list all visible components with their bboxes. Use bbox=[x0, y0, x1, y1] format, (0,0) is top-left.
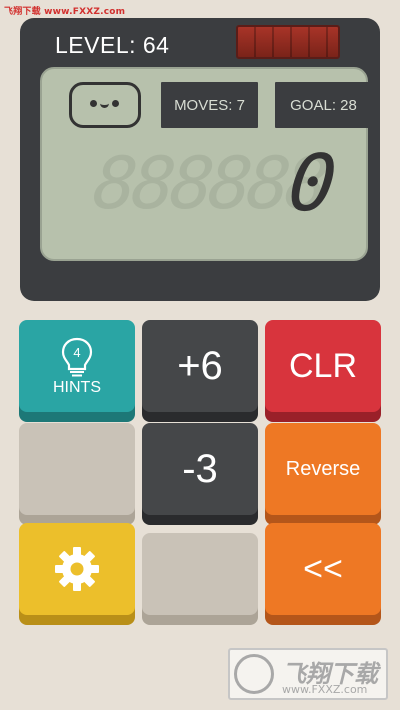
right-eye bbox=[112, 100, 119, 107]
watermark-logo-icon bbox=[234, 654, 274, 694]
backspace-label: << bbox=[303, 549, 343, 588]
lightbulb-icon: 4 bbox=[61, 337, 93, 376]
reverse-button[interactable]: Reverse bbox=[265, 423, 381, 515]
solar-panel-icon bbox=[236, 25, 340, 59]
watermark-top-text: 飞翔下载 www.FXXZ.com bbox=[4, 7, 126, 17]
smiley-face-icon bbox=[69, 82, 141, 128]
watermark-url: www.FXXZ.com bbox=[282, 683, 368, 696]
watermark-bottom: 飞翔下载 www.FXXZ.com bbox=[228, 648, 388, 700]
empty-button-middle bbox=[142, 533, 258, 615]
display-value: 0 bbox=[284, 139, 341, 229]
calculator-body: LEVEL: 64 MOVES: 7 GOAL: 28 888888 0 bbox=[20, 18, 380, 301]
gear-icon bbox=[55, 547, 99, 591]
clear-label: CLR bbox=[288, 346, 358, 385]
moves-counter: MOVES: 7 bbox=[161, 82, 258, 128]
left-eye bbox=[90, 100, 97, 107]
backspace-button[interactable]: << bbox=[265, 523, 381, 615]
level-label: LEVEL: 64 bbox=[55, 32, 170, 58]
plus-six-button[interactable]: +6 bbox=[142, 320, 258, 412]
settings-button[interactable] bbox=[19, 523, 135, 615]
hints-label: HINTS bbox=[53, 378, 101, 396]
empty-button-left bbox=[19, 423, 135, 515]
hints-count: 4 bbox=[73, 345, 80, 360]
mouth bbox=[100, 103, 109, 108]
minus-three-button[interactable]: -3 bbox=[142, 423, 258, 515]
minus-three-label: -3 bbox=[182, 446, 218, 491]
clear-button[interactable]: CLR bbox=[265, 320, 381, 412]
plus-six-label: +6 bbox=[177, 343, 223, 388]
hints-button[interactable]: 4 HINTS bbox=[19, 320, 135, 412]
reverse-label: Reverse bbox=[285, 457, 361, 480]
lcd-screen: MOVES: 7 GOAL: 28 888888 0 bbox=[40, 67, 372, 261]
goal-display: GOAL: 28 bbox=[275, 82, 372, 128]
